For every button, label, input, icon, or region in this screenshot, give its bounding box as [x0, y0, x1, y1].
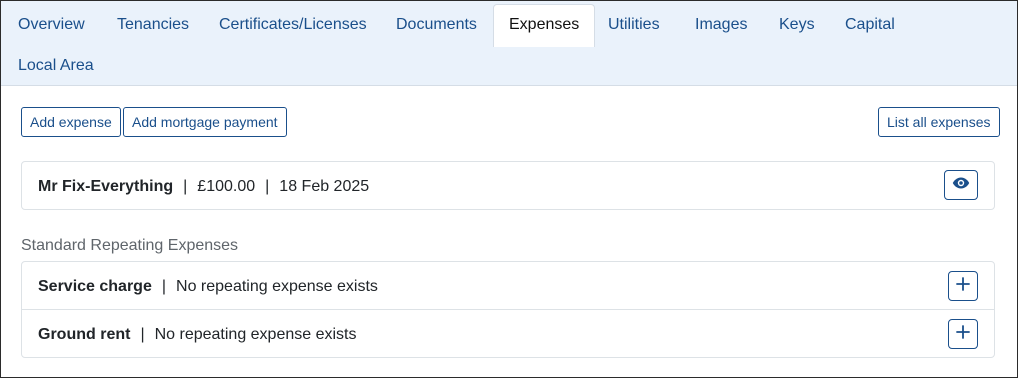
separator: |: [265, 178, 270, 195]
tab-capital[interactable]: Capital: [845, 15, 895, 35]
separator: |: [183, 178, 188, 195]
repeating-expense-status: No repeating expense exists: [176, 278, 378, 295]
eye-icon: [952, 176, 970, 194]
tab-certificates-licenses[interactable]: Certificates/Licenses: [219, 15, 367, 35]
tab-tenancies[interactable]: Tenancies: [117, 15, 189, 35]
expense-payee: Mr Fix-Everything: [38, 178, 174, 195]
tab-local-area[interactable]: Local Area: [18, 56, 94, 76]
list-all-expenses-button[interactable]: List all expenses: [878, 107, 1000, 137]
expense-amount: £100.00: [197, 178, 256, 195]
tab-documents[interactable]: Documents: [396, 15, 477, 35]
plus-icon: [956, 324, 970, 344]
repeating-expense-summary: Service charge | No repeating expense exis…: [38, 277, 378, 297]
tab-bar: Overview Tenancies Certificates/Licenses…: [1, 1, 1017, 86]
view-expense-button[interactable]: [944, 170, 978, 200]
tab-images[interactable]: Images: [695, 15, 747, 35]
add-service-charge-button[interactable]: [948, 271, 978, 301]
tab-expenses[interactable]: Expenses: [493, 4, 596, 47]
tab-overview[interactable]: Overview: [18, 15, 85, 35]
repeating-expense-status: No repeating expense exists: [154, 326, 357, 343]
property-expenses-panel: Overview Tenancies Certificates/Licenses…: [0, 0, 1018, 378]
expense-summary: Mr Fix-Everything | £100.00 | 18 Feb 2025: [38, 177, 369, 197]
tab-keys[interactable]: Keys: [779, 15, 815, 35]
expense-date: 18 Feb 2025: [279, 178, 370, 195]
section-heading: Standard Repeating Expenses: [21, 237, 239, 254]
separator: |: [140, 326, 145, 343]
separator: |: [161, 278, 167, 295]
plus-icon: [956, 276, 970, 296]
repeating-expense-name: Service charge: [38, 278, 152, 295]
add-expense-button[interactable]: Add expense: [21, 107, 121, 137]
tab-utilities[interactable]: Utilities: [608, 15, 660, 35]
list-item: Service charge | No repeating expense exis…: [22, 262, 994, 309]
repeating-expense-summary: Ground rent | No repeating expense exists: [38, 325, 357, 345]
repeating-expenses-list: Service charge | No repeating expense exis…: [21, 261, 995, 358]
add-mortgage-payment-button[interactable]: Add mortgage payment: [123, 107, 287, 137]
list-item: Ground rent | No repeating expense exists: [22, 310, 994, 358]
add-ground-rent-button[interactable]: [948, 319, 978, 349]
repeating-expense-name: Ground rent: [38, 326, 131, 343]
expense-card: Mr Fix-Everything | £100.00 | 18 Feb 2025: [21, 161, 995, 210]
